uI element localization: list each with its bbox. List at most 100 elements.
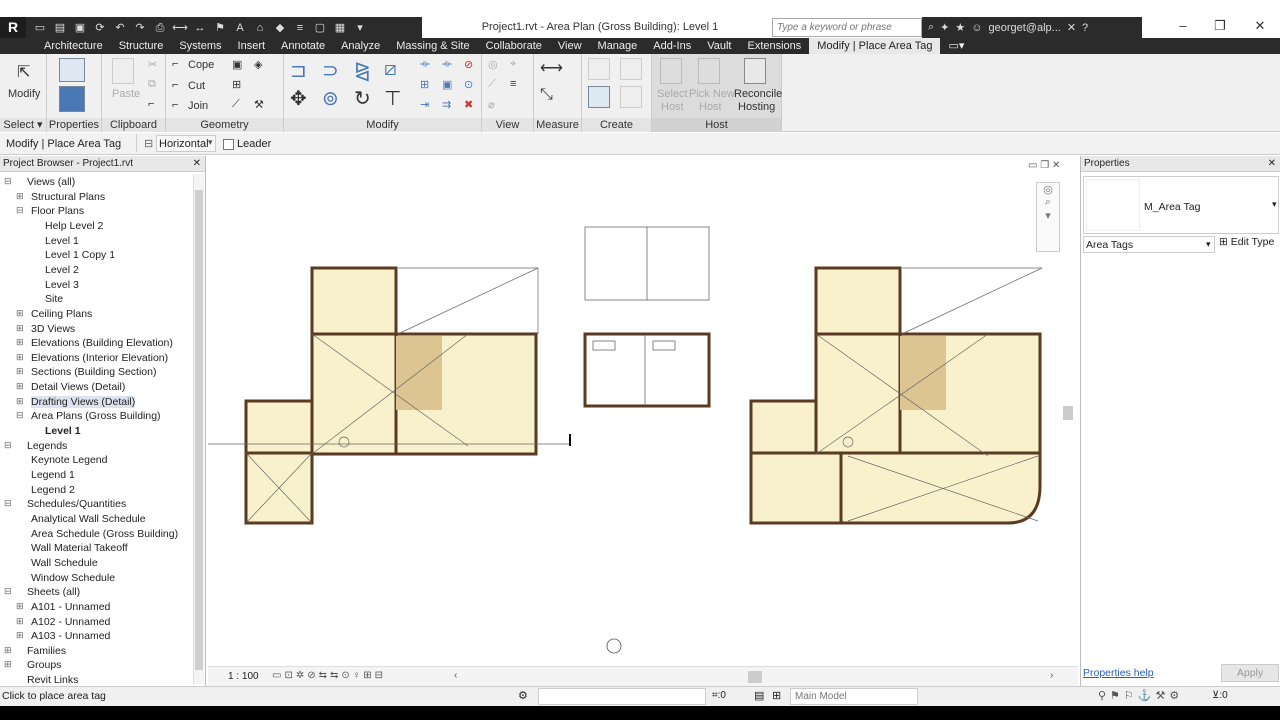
help-icon[interactable]: ?	[1082, 22, 1088, 34]
tree-expander-icon[interactable]: ⊞	[16, 366, 24, 377]
browser-item[interactable]: Sections (Building Section)	[31, 366, 156, 378]
offset-icon[interactable]: ⊃	[322, 58, 339, 83]
select-dropdown[interactable]: Select ▾	[0, 118, 46, 132]
browser-item[interactable]: Level 3	[45, 279, 79, 291]
restore-icon[interactable]: ❐	[1205, 18, 1235, 36]
modify-button[interactable]: Modify	[8, 88, 40, 100]
tree-expander-icon[interactable]: ⊞	[16, 323, 24, 334]
tree-expander-icon[interactable]: ⊟	[4, 498, 12, 509]
unpin-icon[interactable]: ⊘	[464, 58, 473, 71]
select-host-label-2[interactable]: Host	[661, 101, 684, 113]
floor-plan-drawing[interactable]	[208, 156, 1078, 686]
drawing-canvas[interactable]: ▭ ❐ ✕ ◎ ⌕ ▾ 1 : 100 ▭⊡✲⊘⇆⇆⊙♀⊞⊟ ‹ ›	[208, 156, 1078, 686]
section-icon[interactable]: ◆	[272, 21, 288, 35]
chevron-down-icon[interactable]: ▾	[208, 137, 213, 148]
redo-icon[interactable]: ↷	[132, 21, 148, 35]
tab-architecture[interactable]: Architecture	[36, 38, 111, 54]
tree-expander-icon[interactable]: ⊟	[4, 176, 12, 187]
folder-icon[interactable]: ▤	[52, 21, 68, 35]
mirror-draw-icon[interactable]: ⧄	[384, 58, 397, 81]
close-hidden-icon[interactable]: ▢	[312, 21, 328, 35]
browser-item[interactable]: A102 - Unnamed	[31, 616, 110, 628]
browser-item[interactable]: Structural Plans	[31, 191, 105, 203]
tab-manage[interactable]: Manage	[590, 38, 646, 54]
tab-modify-place-area-tag[interactable]: Modify | Place Area Tag	[809, 38, 941, 54]
trim-multiple-icon[interactable]: ⇉	[442, 98, 451, 111]
switch-windows-icon[interactable]: ▦	[332, 21, 348, 35]
measure-icon[interactable]: ⟷	[172, 21, 188, 35]
ribbon-toggle-icon[interactable]: ▭▾	[940, 38, 972, 54]
edit-type-button[interactable]: ⊞ Edit Type	[1219, 236, 1279, 253]
create-group-icon[interactable]	[588, 86, 610, 108]
tree-expander-icon[interactable]: ⊞	[16, 630, 24, 641]
scroll-left-icon[interactable]: ‹	[454, 670, 457, 681]
properties-help-link[interactable]: Properties help	[1083, 667, 1154, 679]
workset-select[interactable]	[538, 688, 706, 705]
apply-button[interactable]: Apply	[1221, 664, 1279, 682]
close-icon[interactable]: ✕	[1245, 18, 1275, 36]
browser-item[interactable]: Level 1 Copy 1	[45, 249, 115, 261]
split-icon[interactable]: ⟛	[420, 58, 430, 71]
cut-geometry-icon[interactable]: ⌐	[172, 79, 178, 91]
match-properties-icon[interactable]: ⌐	[148, 98, 154, 110]
undo-icon[interactable]: ↶	[112, 21, 128, 35]
tree-expander-icon[interactable]: ⊟	[16, 410, 24, 421]
orientation-select[interactable]: Horizontal	[156, 135, 216, 152]
browser-item[interactable]: A103 - Unnamed	[31, 630, 110, 642]
browser-item[interactable]: Sheets (all)	[27, 586, 80, 598]
leader-checkbox[interactable]	[223, 139, 234, 150]
pin-icon[interactable]: ⊙	[464, 78, 473, 91]
browser-item[interactable]: Legend 2	[31, 484, 75, 496]
navigation-bar[interactable]: ◎ ⌕ ▾	[1036, 182, 1060, 252]
copy-element-icon[interactable]: ⊚	[322, 86, 339, 111]
browser-item[interactable]: Keynote Legend	[31, 454, 107, 466]
customize-icon[interactable]: ▾	[352, 21, 368, 35]
worksets-icon[interactable]: ⚙	[518, 689, 528, 702]
scroll-right-icon[interactable]: ›	[1050, 670, 1053, 681]
trim-icon[interactable]: ⊤	[384, 86, 401, 111]
tree-expander-icon[interactable]: ⊞	[4, 659, 12, 670]
scale-icon[interactable]: ▣	[442, 78, 452, 91]
browser-item[interactable]: Drafting Views (Detail)	[31, 395, 136, 408]
tab-annotate[interactable]: Annotate	[273, 38, 333, 54]
browser-item[interactable]: Help Level 2	[45, 220, 103, 232]
browser-item[interactable]: Wall Material Takeoff	[31, 542, 128, 554]
override-graphics-icon[interactable]: ◎	[488, 58, 498, 71]
dimension-icon[interactable]: ↔	[192, 21, 208, 35]
copy-icon[interactable]: ⧉	[148, 78, 156, 91]
type-properties-icon[interactable]	[59, 86, 85, 112]
search-input[interactable]: Type a keyword or phrase	[772, 18, 922, 37]
close-properties-icon[interactable]: ✕	[1268, 156, 1276, 172]
text-icon[interactable]: A	[232, 21, 248, 35]
tree-expander-icon[interactable]: ⊟	[4, 586, 12, 597]
tree-expander-icon[interactable]: ⊟	[4, 440, 12, 451]
browser-item[interactable]: A101 - Unnamed	[31, 601, 110, 613]
browser-item[interactable]: Wall Schedule	[31, 557, 98, 569]
close-browser-icon[interactable]: ✕	[193, 156, 201, 172]
type-chevron-down-icon[interactable]: ▾	[1272, 199, 1277, 210]
browser-item[interactable]: Legends	[27, 440, 67, 452]
cursor-icon[interactable]: ⇱	[17, 62, 30, 82]
tab-systems[interactable]: Systems	[171, 38, 229, 54]
exchange-icon[interactable]: ✕	[1067, 21, 1076, 34]
select-host-label-1[interactable]: Select	[657, 88, 688, 100]
rotate-icon[interactable]: ↻	[354, 86, 371, 111]
trim-single-icon[interactable]: ⇥	[420, 98, 429, 111]
browser-scrollbar[interactable]	[193, 174, 204, 684]
browser-item[interactable]: Elevations (Building Elevation)	[31, 337, 173, 349]
design-option-select[interactable]: Main Model	[790, 688, 918, 705]
linework-icon[interactable]: ⟋	[488, 78, 496, 91]
browser-item[interactable]: Ceiling Plans	[31, 308, 92, 320]
category-chevron-down-icon[interactable]: ▾	[1206, 239, 1211, 250]
paint-icon[interactable]: ◈	[254, 58, 262, 71]
browser-item[interactable]: Window Schedule	[31, 572, 115, 584]
array-icon[interactable]: ⊞	[420, 78, 429, 91]
browser-item[interactable]: Level 1	[45, 425, 81, 437]
reconcile-hosting-icon[interactable]	[744, 58, 766, 84]
sync-icon[interactable]: ⟳	[92, 21, 108, 35]
design-options-icon[interactable]: ▤	[754, 689, 764, 702]
join-icon[interactable]: ⌐	[172, 99, 178, 111]
cope-icon[interactable]: ⌐	[172, 58, 178, 70]
tab-vault[interactable]: Vault	[699, 38, 739, 54]
split-face-icon[interactable]: ▣	[232, 58, 242, 71]
